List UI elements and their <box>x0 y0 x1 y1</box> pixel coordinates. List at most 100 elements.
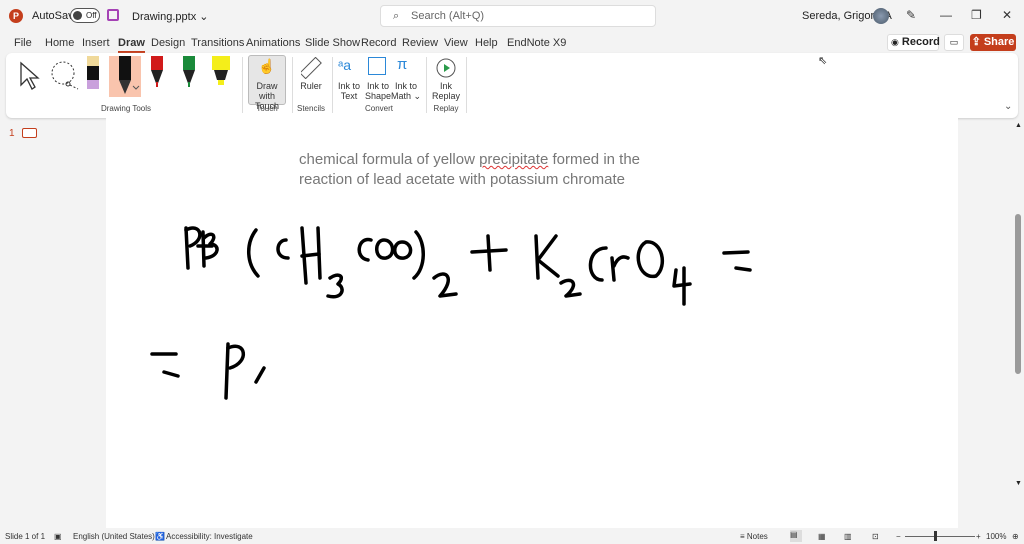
search-icon: ⌕ <box>393 10 400 22</box>
slide-canvas[interactable]: chemical formula of yellow precipitate f… <box>106 118 958 528</box>
green-pen-icon[interactable] <box>182 56 196 90</box>
group-label-replay: Replay <box>433 104 459 113</box>
fit-to-window-icon[interactable]: ⊕ <box>1012 532 1019 541</box>
save-icon[interactable] <box>107 9 119 21</box>
select-arrow-icon[interactable] <box>18 61 42 91</box>
search-input[interactable]: ⌕ Search (Alt+Q) <box>380 5 656 27</box>
ink-to-math-button[interactable]: Ink to Math ⌄ <box>390 81 422 101</box>
close-button[interactable]: ✕ <box>1002 8 1012 22</box>
ink-equation-line1 <box>184 226 752 306</box>
file-name-dropdown[interactable]: Drawing.pptx ⌄ <box>132 10 208 23</box>
record-label: Record <box>901 36 940 48</box>
spellcheck-icon[interactable]: ▣ <box>54 532 62 541</box>
scrollbar-thumb[interactable] <box>1015 214 1021 374</box>
share-button[interactable]: ⇪ Share <box>970 34 1016 51</box>
touch-hand-icon: ☝ <box>258 58 276 74</box>
slide-counter: Slide 1 of 1 <box>5 532 46 541</box>
ink-to-text-label-2: Text <box>340 91 358 101</box>
record-button[interactable]: ◉ Record <box>887 34 940 51</box>
ink-equation-line2 <box>150 342 266 400</box>
minimize-button[interactable]: — <box>940 8 952 22</box>
tab-review[interactable]: Review <box>402 37 438 49</box>
ink-to-math-label-2: Math <box>390 91 411 101</box>
tab-record[interactable]: Record <box>361 37 396 49</box>
tab-file[interactable]: File <box>14 37 32 49</box>
slide-thumbnail[interactable] <box>22 128 37 138</box>
autosave-toggle[interactable]: Off <box>70 8 100 23</box>
notes-button[interactable]: ≡ Notes <box>740 532 768 541</box>
slide-number: 1 <box>9 128 15 139</box>
ink-replay-icon[interactable] <box>435 57 457 79</box>
zoom-level[interactable]: 100% <box>986 532 1006 541</box>
avatar[interactable] <box>873 8 889 24</box>
group-label-drawing-tools: Drawing Tools <box>100 104 152 113</box>
tab-draw[interactable]: Draw <box>118 37 145 53</box>
group-label-touch: Touch <box>256 104 278 113</box>
zoom-slider[interactable] <box>905 536 975 537</box>
ink-to-shape-label-1: Ink to <box>366 81 389 91</box>
tab-help[interactable]: Help <box>475 37 498 49</box>
slideshow-icon[interactable]: ⊡ <box>872 532 879 541</box>
file-name: Drawing.pptx <box>132 11 197 23</box>
tab-home[interactable]: Home <box>45 37 74 49</box>
comments-button[interactable]: ▭ <box>944 34 964 51</box>
red-pen-icon[interactable] <box>150 56 164 90</box>
tab-view[interactable]: View <box>444 37 468 49</box>
thumbnail-pane: 1 <box>0 118 104 528</box>
reading-view-icon[interactable]: ▥ <box>844 532 852 541</box>
language-status[interactable]: English (United States) <box>73 532 155 541</box>
draw-with-touch-label-1: Draw with <box>256 81 278 101</box>
ink-to-text-button[interactable]: Ink to Text <box>334 81 364 101</box>
tab-animations[interactable]: Animations <box>246 37 300 49</box>
ink-to-text-label-1: Ink to <box>337 81 360 91</box>
zoom-out-button[interactable]: − <box>896 532 901 541</box>
accessibility-status[interactable]: Accessibility: Investigate <box>166 532 253 541</box>
powerpoint-logo-icon: P <box>9 9 23 23</box>
title-bar: P AutoSave Off Drawing.pptx ⌄ ⌕ Search (A… <box>0 0 1024 32</box>
tab-slide-show[interactable]: Slide Show <box>305 37 360 49</box>
pen-black-selected[interactable] <box>109 56 141 97</box>
handwritten-ink <box>150 226 752 400</box>
tab-design[interactable]: Design <box>151 37 185 49</box>
ruler-icon[interactable] <box>301 57 323 79</box>
restore-button[interactable]: ❐ <box>971 8 982 22</box>
accessibility-icon: ♿ <box>155 532 165 541</box>
eraser-icon[interactable] <box>86 56 100 90</box>
divider <box>426 57 427 113</box>
pen-icon[interactable]: ✎ <box>906 8 916 22</box>
scroll-down-icon[interactable]: ▼ <box>1015 480 1022 487</box>
black-pen-icon <box>119 56 140 94</box>
share-label: Share <box>983 36 1015 48</box>
ink-to-shape-icon[interactable] <box>368 57 386 75</box>
ink-replay-label-2: Replay <box>431 91 460 101</box>
vertical-scrollbar[interactable]: ▲ ▼ <box>1012 118 1024 528</box>
search-placeholder: Search (Alt+Q) <box>411 10 485 22</box>
group-label-stencils: Stencils <box>296 104 325 113</box>
ink-to-math-icon[interactable]: π <box>397 56 407 73</box>
tab-insert[interactable]: Insert <box>82 37 110 49</box>
ink-to-text-icon[interactable]: ᵃa <box>338 57 351 73</box>
highlighter-icon[interactable] <box>211 56 231 90</box>
ribbon-tabs: File Home Insert Draw Design Transitions… <box>0 32 1024 53</box>
scroll-up-icon[interactable]: ▲ <box>1015 122 1022 129</box>
tab-transitions[interactable]: Transitions <box>191 37 244 49</box>
ink-to-shape-button[interactable]: Ink to Shape <box>363 81 393 101</box>
record-icon: ◉ <box>891 37 899 47</box>
ruler-label[interactable]: Ruler <box>296 81 326 91</box>
draw-with-touch-button[interactable]: ☝ Draw with Touch <box>248 55 286 111</box>
divider <box>332 57 333 113</box>
zoom-in-button[interactable]: + <box>976 532 981 541</box>
ink-replay-button[interactable]: Ink Replay <box>430 81 462 101</box>
collapse-ribbon-icon[interactable]: ⌄ <box>1004 101 1012 112</box>
group-label-convert: Convert <box>364 104 393 113</box>
slide-sorter-icon[interactable]: ▦ <box>818 532 826 541</box>
divider <box>242 57 243 113</box>
lasso-select-icon[interactable] <box>48 59 80 91</box>
normal-view-icon[interactable]: ▤ <box>790 530 802 542</box>
notes-label: Notes <box>746 532 768 541</box>
zoom-slider-thumb[interactable] <box>934 531 937 541</box>
ribbon: Drawing Tools ☝ Draw with Touch Touch Rul… <box>6 53 1018 118</box>
ink-to-math-label-1: Ink to <box>394 81 417 91</box>
tab-endnote[interactable]: EndNote X9 <box>507 37 566 49</box>
status-bar: Slide 1 of 1 ▣ English (United States) ♿… <box>0 528 1024 544</box>
